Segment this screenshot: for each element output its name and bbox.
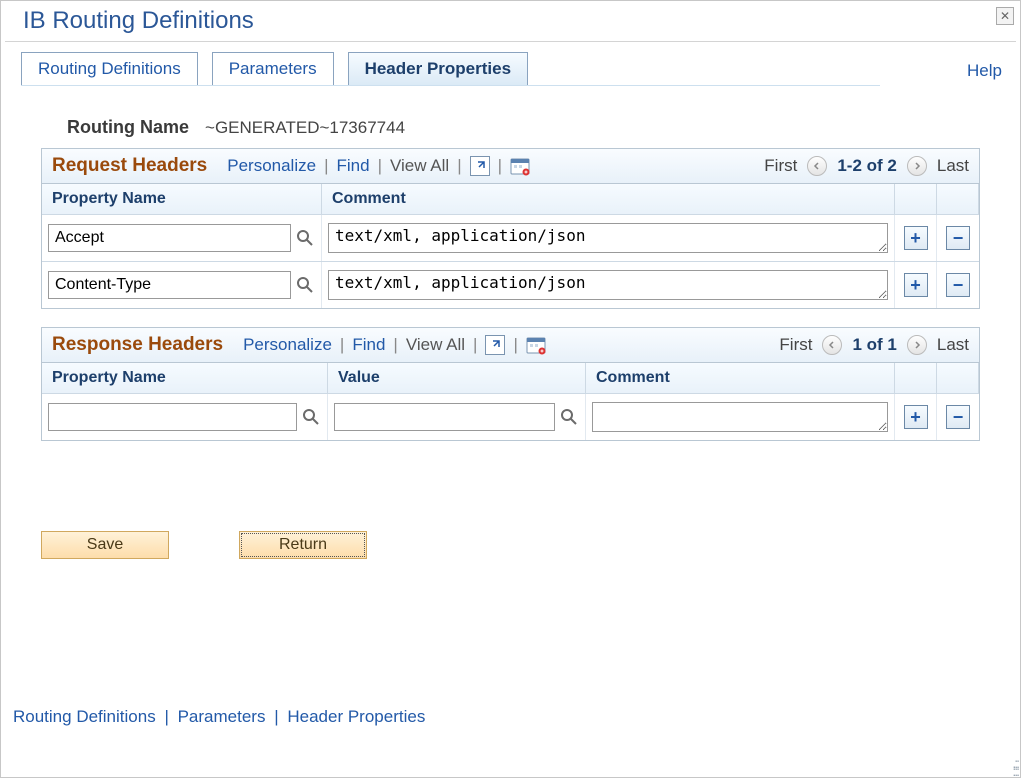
property-name-input[interactable]	[48, 224, 291, 252]
view-all-link[interactable]: View All	[406, 335, 465, 355]
button-row: Save Return	[41, 531, 980, 559]
delete-row-button[interactable]: −	[946, 405, 970, 429]
tab-routing-definitions[interactable]: Routing Definitions	[21, 52, 198, 86]
page-title: IB Routing Definitions	[23, 7, 1002, 35]
routing-name-row: Routing Name ~GENERATED~17367744	[67, 117, 980, 138]
property-name-input[interactable]	[48, 271, 291, 299]
footer-link-routing-definitions[interactable]: Routing Definitions	[13, 707, 156, 726]
title-bar: IB Routing Definitions	[1, 1, 1020, 41]
separator: |	[274, 707, 278, 726]
separator: |	[393, 335, 397, 355]
footer-links: Routing Definitions | Parameters | Heade…	[13, 707, 425, 727]
comment-input[interactable]	[328, 223, 888, 253]
find-link[interactable]: Find	[336, 156, 369, 176]
find-link[interactable]: Find	[352, 335, 385, 355]
col-add	[895, 184, 937, 214]
separator: |	[340, 335, 344, 355]
chevron-right-icon[interactable]	[907, 335, 927, 355]
separator: |	[324, 156, 328, 176]
col-property-name: Property Name	[42, 184, 322, 214]
download-icon[interactable]	[526, 335, 546, 355]
view-all-link[interactable]: View All	[390, 156, 449, 176]
download-icon[interactable]	[510, 156, 530, 176]
popout-icon[interactable]	[485, 335, 505, 355]
delete-row-button[interactable]: −	[946, 273, 970, 297]
chevron-right-icon[interactable]	[907, 156, 927, 176]
nav-range: 1 of 1	[852, 335, 896, 355]
chevron-left-icon[interactable]	[822, 335, 842, 355]
separator: |	[473, 335, 477, 355]
footer-link-parameters[interactable]: Parameters	[178, 707, 266, 726]
response-headers-grid: Response Headers Personalize | Find | Vi…	[41, 327, 980, 441]
lookup-icon[interactable]	[295, 274, 315, 296]
property-name-input[interactable]	[48, 403, 297, 431]
col-delete	[937, 363, 979, 393]
save-button[interactable]: Save	[41, 531, 169, 559]
personalize-link[interactable]: Personalize	[227, 156, 316, 176]
separator: |	[513, 335, 517, 355]
separator: |	[378, 156, 382, 176]
response-grid-columns: Property Name Value Comment	[42, 362, 979, 393]
request-grid-tools: Personalize | Find | View All | | First	[227, 156, 969, 176]
separator: |	[498, 156, 502, 176]
response-grid-nav: First 1 of 1 Last	[779, 335, 969, 355]
nav-first-label[interactable]: First	[779, 335, 812, 355]
separator: |	[164, 707, 168, 726]
response-grid-tools: Personalize | Find | View All | | First	[243, 335, 969, 355]
tab-bar: Routing Definitions Parameters Header Pr…	[21, 52, 1020, 86]
nav-last-label[interactable]: Last	[937, 335, 969, 355]
table-row: + −	[42, 393, 979, 440]
nav-first-label[interactable]: First	[764, 156, 797, 176]
col-add	[895, 363, 937, 393]
divider	[5, 41, 1016, 42]
add-row-button[interactable]: +	[904, 226, 928, 250]
response-grid-title: Response Headers	[52, 334, 223, 356]
resize-handle-icon: .:::::	[1012, 759, 1018, 775]
tab-parameters[interactable]: Parameters	[212, 52, 334, 86]
chevron-left-icon[interactable]	[807, 156, 827, 176]
request-grid-columns: Property Name Comment	[42, 183, 979, 214]
modal-window: ✕ IB Routing Definitions Help Routing De…	[0, 0, 1021, 778]
close-icon[interactable]: ✕	[996, 7, 1014, 25]
help-link[interactable]: Help	[967, 61, 1002, 81]
routing-name-value: ~GENERATED~17367744	[205, 118, 405, 138]
comment-input[interactable]	[328, 270, 888, 300]
routing-name-label: Routing Name	[67, 117, 189, 138]
lookup-icon[interactable]	[301, 406, 321, 428]
footer-link-header-properties[interactable]: Header Properties	[287, 707, 425, 726]
content: Routing Name ~GENERATED~17367744 Request…	[1, 87, 1020, 559]
request-grid-header: Request Headers Personalize | Find | Vie…	[42, 149, 979, 183]
request-grid-nav: First 1-2 of 2 Last	[764, 156, 969, 176]
popout-icon[interactable]	[470, 156, 490, 176]
request-grid-title: Request Headers	[52, 155, 207, 177]
separator: |	[457, 156, 461, 176]
nav-last-label[interactable]: Last	[937, 156, 969, 176]
col-comment: Comment	[586, 363, 895, 393]
table-row: + −	[42, 261, 979, 308]
add-row-button[interactable]: +	[904, 273, 928, 297]
lookup-icon[interactable]	[559, 406, 579, 428]
table-row: + −	[42, 214, 979, 261]
add-row-button[interactable]: +	[904, 405, 928, 429]
personalize-link[interactable]: Personalize	[243, 335, 332, 355]
lookup-icon[interactable]	[295, 227, 315, 249]
col-value: Value	[328, 363, 586, 393]
request-headers-grid: Request Headers Personalize | Find | Vie…	[41, 148, 980, 309]
tab-underline	[21, 85, 880, 86]
nav-range: 1-2 of 2	[837, 156, 897, 176]
col-comment: Comment	[322, 184, 895, 214]
value-input[interactable]	[334, 403, 555, 431]
tab-header-properties[interactable]: Header Properties	[348, 52, 528, 86]
comment-input[interactable]	[592, 402, 888, 432]
col-delete	[937, 184, 979, 214]
col-property-name: Property Name	[42, 363, 328, 393]
response-grid-header: Response Headers Personalize | Find | Vi…	[42, 328, 979, 362]
delete-row-button[interactable]: −	[946, 226, 970, 250]
return-button[interactable]: Return	[239, 531, 367, 559]
